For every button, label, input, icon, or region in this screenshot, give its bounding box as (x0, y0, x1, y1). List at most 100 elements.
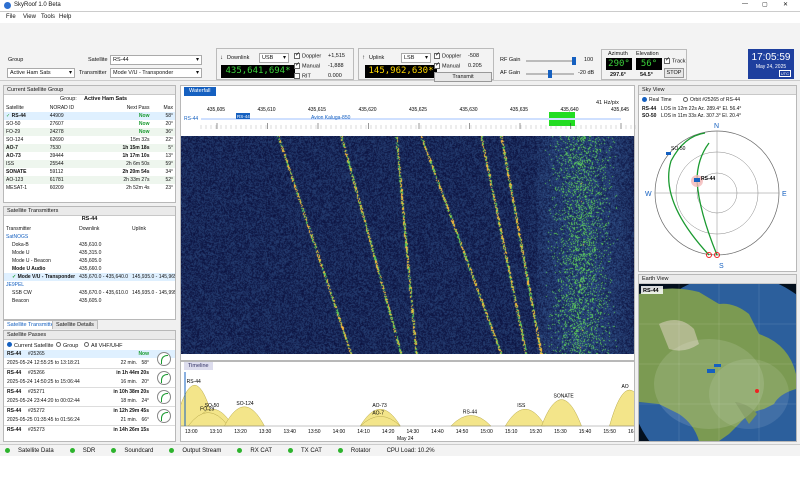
timeline-pass-label: AO-73 (372, 403, 387, 409)
radio-orbit[interactable] (683, 97, 688, 103)
waterfall-panel: Waterfall 41 Hz/pix RS-44 RS-44 Avion Ka… (180, 85, 636, 361)
up-manual-value[interactable]: 0.205 (468, 63, 482, 69)
radio-all-vhf-uhf[interactable] (84, 342, 89, 347)
rf-gain-thumb[interactable] (572, 57, 576, 65)
uplink-mode-select[interactable]: LSB (401, 53, 431, 63)
pass-detail[interactable]: 2025-05-24 14:50:25 to 15:06:44 16 min. 20… (4, 371, 175, 388)
timeline-tick-label: 15:00 (480, 429, 493, 435)
max-elevation-cell: 34° (165, 169, 173, 175)
azimuth-value: 290° (606, 58, 632, 70)
group-select[interactable]: Active Ham Sats (7, 68, 75, 78)
max-elevation-cell: 23° (165, 185, 173, 191)
satellite-select[interactable]: RS-44 (110, 55, 202, 65)
rf-gain-slider[interactable] (526, 57, 576, 65)
stop-button[interactable]: STOP (664, 68, 684, 78)
radio-current-satellite[interactable] (7, 342, 12, 347)
waterfall-tab[interactable]: Waterfall (184, 87, 216, 96)
transmitter-row[interactable]: SSB CW 435,670.0 - 435,610.0 145,935.0 - 1… (4, 289, 175, 297)
pass-detail[interactable]: 2025-05-25 01:35:45 to 01:56:24 21 min. 66… (4, 409, 175, 426)
manual-checkbox[interactable] (294, 61, 300, 69)
satellite-name: FO-29 (6, 129, 21, 135)
doppler-checkbox[interactable] (294, 51, 300, 59)
satellite-row[interactable]: AO-7 7530 1h 15m 18s 5° (4, 144, 175, 152)
transmitter-row[interactable]: Mode U Audio 435,660.0 (4, 265, 175, 273)
manual-value[interactable]: -1,888 (328, 63, 344, 69)
norad-id-cell: 27607 (49, 121, 64, 127)
pass-header[interactable]: RS-44 #25273 in 14h 26m 15s (4, 426, 175, 434)
af-gain-slider[interactable] (526, 70, 574, 78)
transmitter-row[interactable]: ✓ Mode V/U - Transponder 435,670.0 - 435,… (4, 273, 175, 281)
satellite-row[interactable]: ISS 25544 2h 6m 50s 59° (4, 160, 175, 168)
satellite-row[interactable]: SO-124 62690 15m 32s 22° (4, 136, 175, 144)
col-max[interactable]: Max (151, 104, 175, 112)
pass-header[interactable]: RS-44 #25271 in 10h 38m 20s (4, 388, 175, 396)
col-transmitter[interactable]: Transmitter (4, 225, 77, 233)
earth-sat-icon-b[interactable] (714, 364, 721, 367)
downlink-mode-select[interactable]: USB (259, 53, 289, 63)
transmitter-row[interactable]: Mode U - Beacon 435,605.0 (4, 257, 175, 265)
col-satellite[interactable]: Satellite (4, 104, 48, 112)
up-manual-checkbox[interactable] (434, 61, 440, 69)
transmitter-row[interactable]: Doka-B 435,610.0 (4, 241, 175, 249)
sky-plot[interactable]: RS-44 SO-50 N S E W (639, 121, 796, 271)
max-elevation-cell: 36° (165, 129, 173, 135)
radio-group[interactable] (56, 342, 61, 347)
menu-help[interactable]: Help (59, 14, 71, 20)
rit-checkbox[interactable] (294, 73, 300, 79)
col-next-pass[interactable]: Next Pass (97, 104, 151, 112)
downlink-frequency[interactable]: 435,641,694* (221, 65, 295, 78)
pass-header[interactable]: RS-44 #25272 in 12h 29m 45s (4, 407, 175, 415)
timeline-pass[interactable] (541, 399, 582, 427)
uplink-frequency[interactable]: 145,962,630* (365, 65, 437, 78)
pass-detail[interactable]: 2025-05-24 12:55:25 to 13:18:21 22 min. 58… (4, 352, 175, 369)
satellite-row[interactable]: FO-29 24278 Now 36° (4, 128, 175, 136)
menu-file[interactable]: File (6, 14, 16, 20)
satellite-row[interactable]: SONATE 59112 2h 20m 54s 34° (4, 168, 175, 176)
close-icon[interactable]: ✕ (783, 1, 788, 8)
rit-value[interactable]: 0.000 (328, 73, 342, 79)
home-location-icon[interactable] (755, 389, 759, 393)
waterfall-scale-bar[interactable]: RS-44 RS-44 Avion Kaluga-850 435,605 435,… (181, 96, 636, 140)
satellite-rs44-icon[interactable] (694, 178, 700, 182)
col-downlink[interactable]: Downlink (77, 225, 130, 233)
maximize-icon[interactable]: ▢ (762, 1, 768, 8)
transmitter-select[interactable]: Mode V/U - Transponder (110, 68, 202, 78)
timeline-chart[interactable]: RS-44SO-50FO-29SO-124 AO-73AO-7 RS-44ISSSO… (181, 370, 634, 442)
minimize-icon[interactable]: — (742, 1, 748, 7)
up-doppler-checkbox[interactable] (434, 51, 440, 59)
satellite-row[interactable]: MESAT-1 60209 2h 52m 4s 23° (4, 184, 175, 192)
satellite-row[interactable]: SO-50 27607 Now 20° (4, 120, 175, 128)
timeline-pass[interactable] (504, 409, 546, 427)
transmitter-row[interactable]: Mode U 435,315.0 (4, 249, 175, 257)
window-title: SkyRoof 1.0 Beta (14, 2, 61, 8)
timeline-pass[interactable] (609, 390, 634, 427)
pass-header[interactable]: RS-44 #25265 Now (4, 350, 175, 358)
satellite-row[interactable]: AO-73 39444 1h 17m 10s 13° (4, 152, 175, 160)
pass-header[interactable]: RS-44 #25266 in 1h 44m 20s (4, 369, 175, 377)
track-checkbox[interactable] (664, 56, 670, 64)
timeline-pass[interactable] (224, 406, 265, 427)
timeline-pass[interactable] (450, 415, 492, 427)
transmitters-header: Transmitter Downlink Uplink (4, 225, 175, 233)
status-ok-icon (337, 448, 343, 453)
menu-view[interactable]: View (23, 14, 36, 20)
earth-map[interactable]: RS-44 (639, 284, 796, 441)
radio-real-time[interactable] (642, 97, 647, 103)
tab-satellite-details[interactable]: Satellite Details (52, 320, 98, 329)
satellite-row[interactable]: AO-123 61781 2h 33m 27s 52° (4, 176, 175, 184)
transmitter-row[interactable]: Beacon 435,605.0 (4, 297, 175, 305)
earth-sat-icon-a[interactable] (707, 369, 715, 373)
waterfall-display[interactable] (181, 136, 634, 354)
timeline-tab[interactable]: Timeline (184, 362, 213, 370)
col-uplink[interactable]: Uplink (130, 225, 175, 233)
transmitter-group-row: JE9PEL (4, 281, 175, 289)
col-norad[interactable]: NORAD ID (48, 104, 98, 112)
menu-tools[interactable]: Tools (41, 14, 55, 20)
af-gain-thumb[interactable] (548, 70, 552, 78)
satellite-row[interactable]: ✓ RS-44 44909 Now 58° (4, 112, 175, 120)
satellite-so50-icon[interactable] (666, 152, 671, 155)
satellite-name: SONATE (6, 169, 27, 175)
azimuth-label: Azimuth (608, 51, 628, 57)
pass-detail[interactable]: 2025-05-24 23:44:20 to 00:02:44 18 min. 24… (4, 390, 175, 407)
transmit-button[interactable]: Transmit (434, 72, 492, 82)
